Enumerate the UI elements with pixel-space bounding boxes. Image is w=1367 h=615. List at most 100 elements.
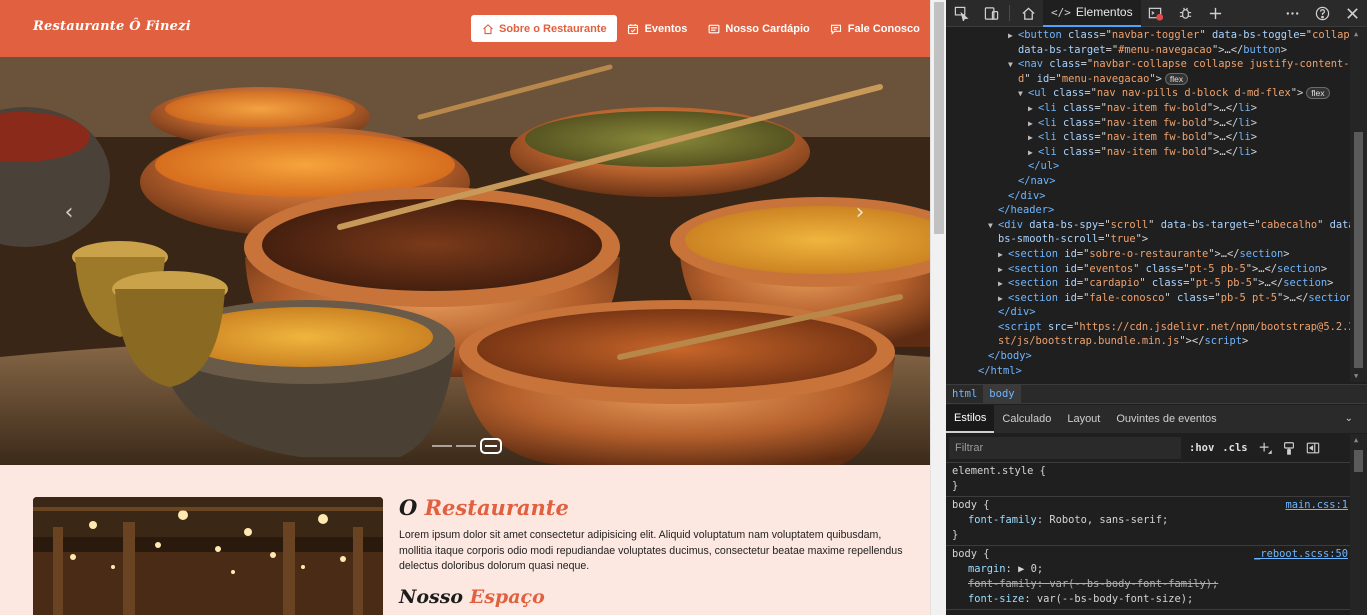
dom-node-line[interactable]: </div>	[946, 305, 1350, 320]
css-property-value[interactable]: ▶ 0;	[1018, 563, 1043, 575]
css-rule[interactable]: body {main.css:1 font-family: Roboto, san…	[946, 497, 1350, 546]
styles-filter-input[interactable]	[949, 437, 1181, 459]
console-error-icon[interactable]	[1141, 0, 1171, 27]
new-style-rule-plus-icon[interactable]	[1258, 441, 1272, 455]
styles-scrollbar-thumb[interactable]	[1354, 450, 1363, 472]
dom-node-line[interactable]: </nav>	[946, 174, 1350, 189]
tab-ouvintes-de-eventos[interactable]: Ouvintes de eventos	[1108, 405, 1224, 433]
carousel-indicator-2[interactable]	[456, 445, 476, 447]
tab-layout[interactable]: Layout	[1059, 405, 1108, 433]
collapse-triangle-icon[interactable]: ▼	[1018, 87, 1028, 102]
styles-pane[interactable]: element.style {} body {main.css:1 font-fam…	[946, 463, 1350, 615]
dom-tree-scrollbar-thumb[interactable]	[1354, 132, 1363, 368]
flex-badge[interactable]: flex	[1164, 72, 1189, 85]
dom-node-line[interactable]: ▶ <button class="navbar-toggler" data-bs-…	[946, 28, 1350, 43]
dom-node-line[interactable]: ▶ <section id="eventos" class="pt-5 pb-5"…	[946, 262, 1350, 277]
inspect-element-icon[interactable]	[946, 0, 976, 27]
dom-node-line[interactable]: ▼ <nav class="navbar-collapse collapse ju…	[946, 57, 1350, 72]
expand-triangle-icon[interactable]: ▶	[1008, 29, 1018, 44]
toggle-sidebar-icon[interactable]	[1306, 441, 1320, 455]
dom-node-line[interactable]: d" id="menu-navegacao"> flex	[946, 72, 1350, 87]
dom-node-line[interactable]: </div>	[946, 189, 1350, 204]
dom-node-line[interactable]: </body>	[946, 349, 1350, 364]
dom-node-line[interactable]: </header>	[946, 203, 1350, 218]
dom-node-line[interactable]: ▶ <section id="sobre-o-restaurante">…</se…	[946, 247, 1350, 262]
paint-brush-icon[interactable]	[1282, 441, 1296, 455]
dom-node-line[interactable]: st/js/bootstrap.bundle.min.js"></script>	[946, 334, 1350, 349]
dom-node-line[interactable]: <script src="https://cdn.jsdelivr.net/np…	[946, 320, 1350, 335]
collapse-triangle-icon[interactable]: ▼	[988, 219, 998, 234]
dom-node-line[interactable]: </html>	[946, 364, 1350, 379]
css-property-name[interactable]: font-family	[968, 514, 1037, 526]
nav-item-cardapio[interactable]: Nosso Cardápio	[697, 15, 819, 42]
carousel-indicator-1[interactable]	[432, 445, 452, 447]
dom-tree[interactable]: ▶ <button class="navbar-toggler" data-bs-…	[946, 28, 1350, 382]
css-source-link[interactable]: main.css:1	[1285, 498, 1348, 513]
expand-triangle-icon[interactable]: ▶	[998, 263, 1008, 278]
css-property-value[interactable]: Roboto, sans-serif;	[1049, 514, 1168, 526]
tab-elements[interactable]: </> Elementos	[1043, 0, 1141, 27]
flex-badge[interactable]: flex	[1306, 87, 1330, 100]
nav-item-sobre[interactable]: Sobre o Restaurante	[471, 15, 617, 42]
collapse-triangle-icon[interactable]: ▼	[1008, 58, 1018, 73]
dom-node-line[interactable]: data-bs-target="#menu-navegacao">…</butt…	[946, 43, 1350, 58]
dom-node-line[interactable]: ▶ <section id="cardapio" class="pt-5 pb-5…	[946, 276, 1350, 291]
expand-triangle-icon[interactable]: ▶	[1028, 102, 1038, 117]
expand-triangle-icon[interactable]: ▶	[1028, 131, 1038, 146]
chevron-down-icon[interactable]: ⌄	[1345, 413, 1353, 424]
css-rule[interactable]: body {_reboot.scss:50 margin: ▶ 0; font-fa…	[946, 546, 1350, 610]
welcome-home-icon[interactable]	[1013, 0, 1043, 27]
expand-triangle-icon[interactable]: ▶	[1028, 146, 1038, 161]
tab-calculado[interactable]: Calculado	[994, 405, 1059, 433]
scroll-up-arrow-icon[interactable]: ▲	[1354, 30, 1358, 38]
cls-toggle-button[interactable]: .cls	[1222, 442, 1247, 454]
dom-node-line[interactable]: bs-smooth-scroll="true">	[946, 232, 1350, 247]
css-property-name[interactable]: font-family	[968, 578, 1037, 590]
css-source-link[interactable]: _reboot.scss:50	[1254, 547, 1348, 562]
nav-item-eventos[interactable]: Eventos	[617, 15, 698, 42]
close-devtools-icon[interactable]	[1337, 0, 1367, 27]
hov-toggle-button[interactable]: :hov	[1189, 442, 1214, 454]
css-selector[interactable]: element.style {	[952, 464, 1344, 479]
expand-triangle-icon[interactable]: ▶	[998, 277, 1008, 292]
dom-node-line[interactable]: ▶ <li class="nav-item fw-bold">…</li>	[946, 130, 1350, 145]
help-icon[interactable]	[1307, 0, 1337, 27]
dom-node-line[interactable]: ▶ <li class="nav-item fw-bold">…</li>	[946, 116, 1350, 131]
device-emulation-icon[interactable]	[976, 0, 1006, 27]
bug-icon[interactable]	[1171, 0, 1201, 27]
styles-scroll-up-icon[interactable]: ▲	[1354, 436, 1358, 444]
expand-triangle-icon[interactable]: ▶	[998, 248, 1008, 263]
css-property-value[interactable]: var(--bs-body-font-size);	[1037, 593, 1193, 605]
css-rule[interactable]: element.style {}	[946, 463, 1350, 497]
tab-estilos[interactable]: Estilos	[946, 405, 995, 433]
css-declaration[interactable]: font-family: var(--bs-body-font-family);	[952, 577, 1344, 592]
page-scrollbar-thumb[interactable]	[934, 2, 944, 234]
css-property-name[interactable]: margin	[968, 563, 1006, 575]
site-brand[interactable]: Restaurante Ô Finezi	[33, 19, 191, 34]
carousel-prev-button[interactable]: ‹	[54, 197, 84, 227]
css-property-name[interactable]: font-size	[968, 593, 1024, 605]
expand-triangle-icon[interactable]: ▶	[1028, 117, 1038, 132]
dom-node-line[interactable]: </ul>	[946, 159, 1350, 174]
dom-node-line[interactable]: ▶ <li class="nav-item fw-bold">…</li>	[946, 101, 1350, 116]
css-declaration[interactable]: font-family: Roboto, sans-serif;	[952, 513, 1344, 528]
carousel-next-button[interactable]: ›	[845, 197, 875, 227]
add-tool-plus-icon[interactable]	[1201, 0, 1231, 27]
dom-node-line[interactable]: ▶ <li class="nav-item fw-bold">…</li>	[946, 145, 1350, 160]
dom-node-line[interactable]: ▶ <section id="fale-conosco" class="pb-5 …	[946, 291, 1350, 306]
css-declaration[interactable]: font-size: var(--bs-body-font-size);	[952, 592, 1344, 607]
breadcrumb-body[interactable]: body	[983, 384, 1021, 404]
breadcrumb-html[interactable]: html	[946, 385, 983, 404]
page-scrollbar[interactable]	[930, 0, 946, 615]
more-options-icon[interactable]	[1277, 0, 1307, 27]
dom-node-line[interactable]: ▼ <div data-bs-spy="scroll" data-bs-targe…	[946, 218, 1350, 233]
styles-scrollbar[interactable]: ▲	[1350, 434, 1367, 615]
dom-node-line[interactable]: ▼ <ul class="nav nav-pills d-block d-md-f…	[946, 86, 1350, 101]
scroll-down-arrow-icon[interactable]: ▼	[1354, 372, 1358, 380]
css-property-value[interactable]: var(--bs-body-font-family);	[1049, 578, 1218, 590]
expand-triangle-icon[interactable]: ▶	[998, 292, 1008, 307]
dom-tree-scrollbar[interactable]: ▲ ▼	[1350, 28, 1367, 382]
nav-item-fale-conosco[interactable]: Fale Conosco	[820, 15, 930, 42]
css-declaration[interactable]: margin: ▶ 0;	[952, 562, 1344, 577]
carousel-indicator-3[interactable]	[480, 438, 502, 454]
